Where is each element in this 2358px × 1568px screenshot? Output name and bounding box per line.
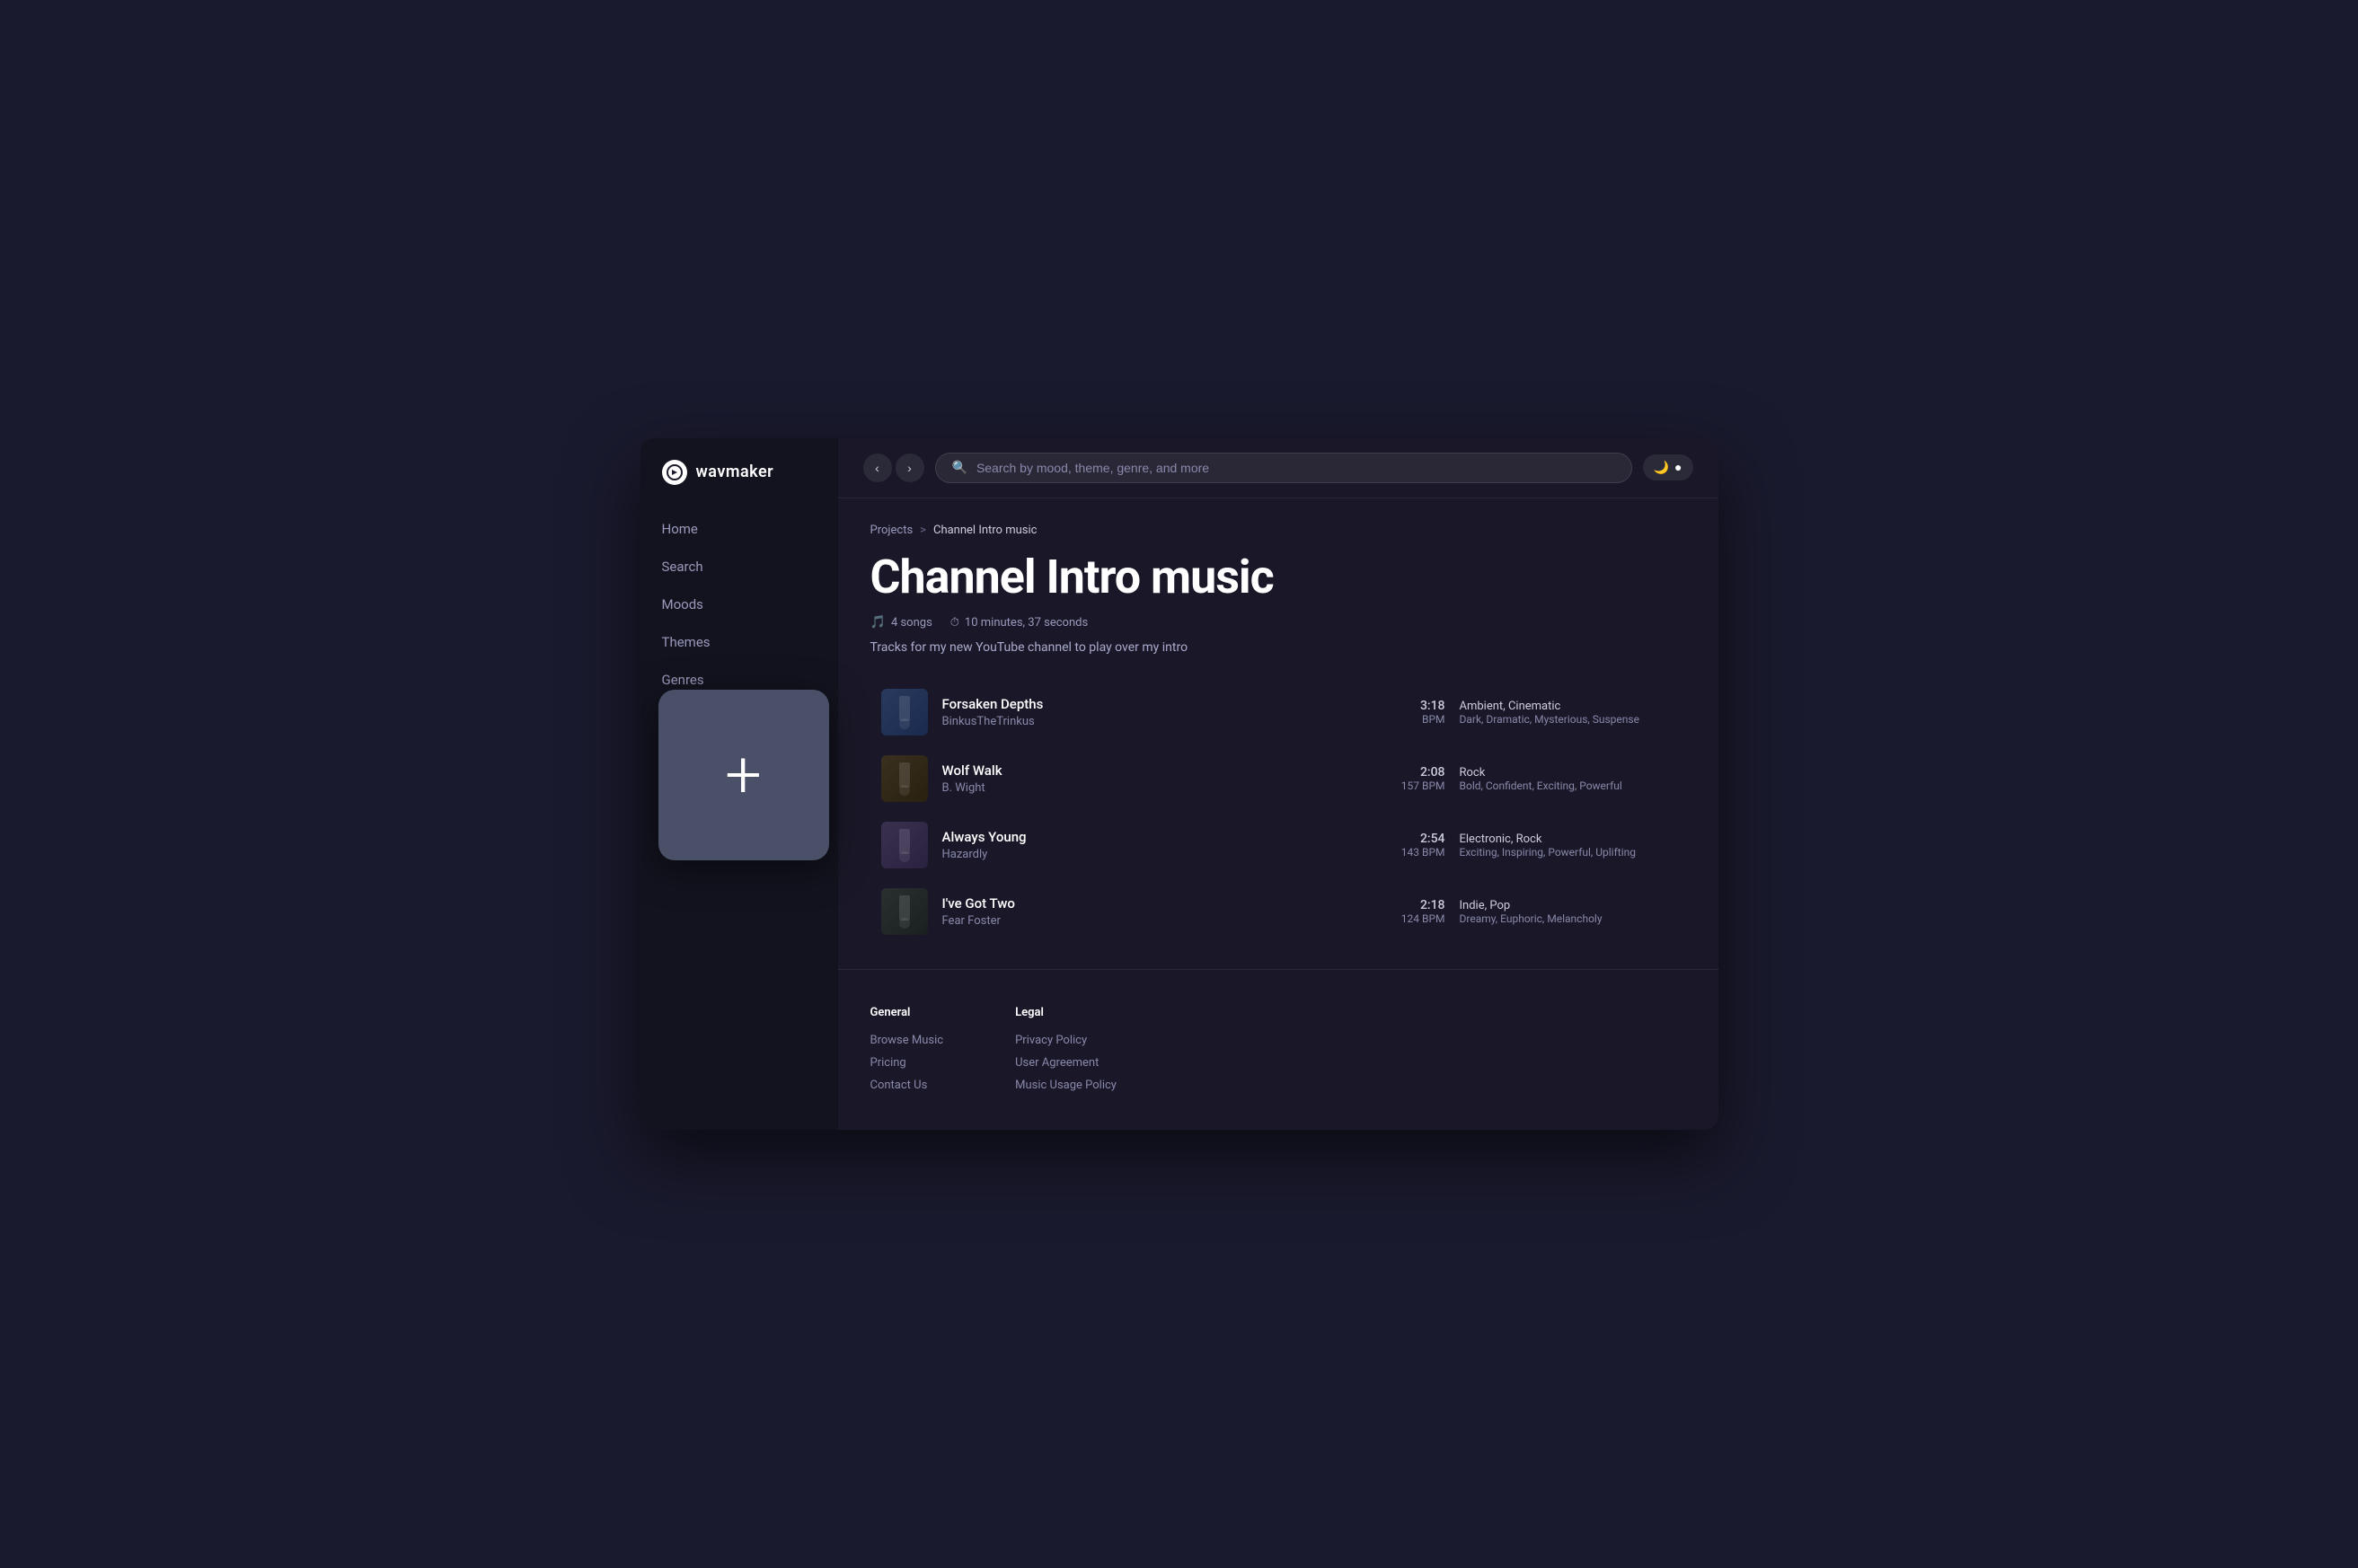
breadcrumb-current: Channel Intro music <box>933 524 1037 537</box>
footer-legal-link[interactable]: Music Usage Policy <box>1015 1079 1117 1092</box>
track-duration-bpm: 3:18 BPM <box>1373 699 1445 726</box>
logo-text: wavmaker <box>696 462 774 481</box>
track-info: Wolf Walk B. Wight <box>942 762 1359 795</box>
track-artist: BinkusTheTrinkus <box>942 715 1359 728</box>
track-bpm: 143 BPM <box>1373 846 1445 859</box>
footer-general-link[interactable]: Pricing <box>870 1056 944 1070</box>
browser-frame: wavmaker HomeSearchMoodsThemesGenres Vie… <box>640 438 1718 1130</box>
track-duration: 2:18 <box>1373 898 1445 912</box>
footer-general-title: General <box>870 1006 944 1019</box>
add-project-plus-icon: + <box>725 743 762 807</box>
track-duration-bpm: 2:08 157 BPM <box>1373 765 1445 792</box>
track-row[interactable]: Wolf Walk B. Wight 2:08 157 BPM Rock Bol… <box>870 746 1686 811</box>
playlist-description: Tracks for my new YouTube channel to pla… <box>870 640 1686 655</box>
track-tags: Rock Bold, Confident, Exciting, Powerful <box>1460 766 1675 792</box>
track-tags: Indie, Pop Dreamy, Euphoric, Melancholy <box>1460 899 1675 925</box>
track-art <box>881 689 928 736</box>
track-info: Always Young Hazardly <box>942 829 1359 861</box>
track-genre: Indie, Pop <box>1460 899 1675 912</box>
main-content: ‹ › 🔍 🌙 ● Projects > Channel Intro music… <box>838 438 1718 1130</box>
track-title: Wolf Walk <box>942 762 1359 779</box>
track-moods: Exciting, Inspiring, Powerful, Uplifting <box>1460 846 1675 859</box>
footer-legal-col: Legal Privacy Policy User Agreement Music … <box>1015 1006 1117 1101</box>
search-input[interactable] <box>976 461 1615 475</box>
add-project-card[interactable]: + <box>658 690 829 860</box>
sidebar-logo: wavmaker <box>640 460 838 510</box>
track-title: I've Got Two <box>942 895 1359 912</box>
track-moods: Dark, Dramatic, Mysterious, Suspense <box>1460 713 1675 726</box>
track-thumbnail <box>881 689 928 736</box>
footer-cols: General Browse Music Pricing Contact Us Le… <box>870 1006 1686 1101</box>
track-title: Always Young <box>942 829 1359 845</box>
footer: General Browse Music Pricing Contact Us Le… <box>838 969 1718 1130</box>
footer-legal-title: Legal <box>1015 1006 1117 1019</box>
breadcrumb-separator: > <box>920 524 926 537</box>
moon-icon: 🌙 <box>1654 461 1669 475</box>
clock-icon: ⏱ <box>950 616 959 630</box>
nav-arrows: ‹ › <box>863 454 924 482</box>
track-duration-bpm: 2:18 124 BPM <box>1373 898 1445 925</box>
track-duration: 2:54 <box>1373 832 1445 846</box>
track-art <box>881 755 928 802</box>
page-body: Projects > Channel Intro music Channel I… <box>838 498 1718 969</box>
footer-general-col: General Browse Music Pricing Contact Us <box>870 1006 944 1101</box>
track-moods: Bold, Confident, Exciting, Powerful <box>1460 780 1675 792</box>
sidebar-item-moods[interactable]: Moods <box>640 586 838 623</box>
track-genre: Ambient, Cinematic <box>1460 700 1675 713</box>
track-duration: 3:18 <box>1373 699 1445 713</box>
sidebar-item-themes[interactable]: Themes <box>640 623 838 661</box>
topbar: ‹ › 🔍 🌙 ● <box>838 438 1718 498</box>
sidebar-item-home[interactable]: Home <box>640 510 838 548</box>
footer-legal-links: Privacy Policy User Agreement Music Usage … <box>1015 1034 1117 1092</box>
track-genre: Rock <box>1460 766 1675 780</box>
track-row[interactable]: Forsaken Depths BinkusTheTrinkus 3:18 BP… <box>870 680 1686 744</box>
duration-meta: ⏱ 10 minutes, 37 seconds <box>950 616 1088 630</box>
track-genre: Electronic, Rock <box>1460 832 1675 846</box>
track-thumbnail <box>881 888 928 935</box>
track-bpm: 157 BPM <box>1373 780 1445 792</box>
track-artist: Hazardly <box>942 848 1359 861</box>
track-bpm: 124 BPM <box>1373 912 1445 925</box>
track-tags: Electronic, Rock Exciting, Inspiring, Po… <box>1460 832 1675 859</box>
track-thumbnail <box>881 755 928 802</box>
footer-legal-link[interactable]: Privacy Policy <box>1015 1034 1117 1047</box>
breadcrumb-parent[interactable]: Projects <box>870 524 914 537</box>
track-row[interactable]: Always Young Hazardly 2:54 143 BPM Elect… <box>870 813 1686 877</box>
track-moods: Dreamy, Euphoric, Melancholy <box>1460 912 1675 925</box>
playlist-meta: 🎵 4 songs ⏱ 10 minutes, 37 seconds <box>870 615 1686 630</box>
track-duration: 2:08 <box>1373 765 1445 780</box>
track-art <box>881 822 928 868</box>
track-row[interactable]: I've Got Two Fear Foster 2:18 124 BPM In… <box>870 879 1686 944</box>
theme-toggle[interactable]: 🌙 ● <box>1643 454 1693 480</box>
track-artist: B. Wight <box>942 781 1359 795</box>
song-count: 4 songs <box>891 616 932 630</box>
track-artist: Fear Foster <box>942 914 1359 928</box>
footer-general-links: Browse Music Pricing Contact Us <box>870 1034 944 1092</box>
back-button[interactable]: ‹ <box>863 454 892 482</box>
sun-icon: ● <box>1674 460 1682 475</box>
track-duration-bpm: 2:54 143 BPM <box>1373 832 1445 859</box>
track-art <box>881 888 928 935</box>
search-icon: 🔍 <box>952 461 967 475</box>
track-bpm: BPM <box>1373 713 1445 726</box>
sidebar-item-search[interactable]: Search <box>640 548 838 586</box>
track-tags: Ambient, Cinematic Dark, Dramatic, Myste… <box>1460 700 1675 726</box>
forward-button[interactable]: › <box>896 454 924 482</box>
footer-legal-link[interactable]: User Agreement <box>1015 1056 1117 1070</box>
music-wave-icon: 🎵 <box>870 615 886 630</box>
page-title: Channel Intro music <box>870 551 1686 603</box>
search-bar: 🔍 <box>935 453 1632 483</box>
track-info: I've Got Two Fear Foster <box>942 895 1359 928</box>
logo-icon <box>662 460 687 485</box>
track-list: Forsaken Depths BinkusTheTrinkus 3:18 BP… <box>870 680 1686 944</box>
footer-general-link[interactable]: Browse Music <box>870 1034 944 1047</box>
track-title: Forsaken Depths <box>942 696 1359 712</box>
nav-items-container: HomeSearchMoodsThemesGenres <box>640 510 838 699</box>
song-count-meta: 🎵 4 songs <box>870 615 932 630</box>
footer-general-link[interactable]: Contact Us <box>870 1079 944 1092</box>
track-thumbnail <box>881 822 928 868</box>
breadcrumb: Projects > Channel Intro music <box>870 524 1686 537</box>
track-info: Forsaken Depths BinkusTheTrinkus <box>942 696 1359 728</box>
duration: 10 minutes, 37 seconds <box>965 616 1088 630</box>
